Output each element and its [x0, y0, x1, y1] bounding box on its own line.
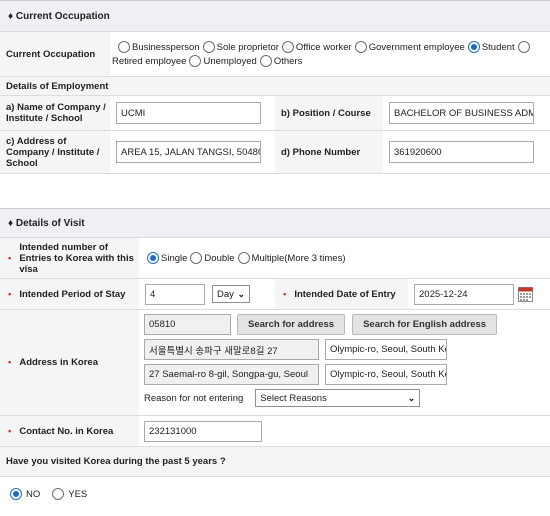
- radio-office-worker[interactable]: [281, 41, 294, 53]
- occupation-label: Current Occupation: [0, 32, 110, 76]
- radio-student[interactable]: [467, 41, 480, 53]
- entry-date-label: Intended Date of Entry: [294, 288, 396, 300]
- phone-label: d) Phone Number: [275, 131, 383, 173]
- company-name-input[interactable]: UCMI: [116, 102, 261, 124]
- occupation-section-header: ♦ Current Occupation: [0, 0, 550, 32]
- radio-sole-proprietor[interactable]: [202, 41, 215, 53]
- not-entering-select[interactable]: Select Reasons ⌄: [255, 389, 421, 407]
- not-entering-label: Reason for not entering: [144, 392, 244, 404]
- radio-double[interactable]: [190, 252, 203, 264]
- occupation-option-office-worker[interactable]: Office worker: [281, 41, 352, 53]
- occupation-options: Businessperson Sole proprietor Office wo…: [110, 32, 550, 76]
- company-address-input[interactable]: AREA 15, JALAN TANGSI, 50480: [116, 141, 261, 163]
- contact-input[interactable]: 232131000: [144, 420, 262, 442]
- chevron-down-icon: ⌄: [237, 288, 245, 299]
- visit-history-options: NO YES: [0, 477, 550, 511]
- phone-input[interactable]: 361920600: [389, 141, 534, 163]
- occupation-option-unemployed[interactable]: Unemployed: [189, 55, 257, 67]
- entries-options: Single Double Multiple(More 3 times): [139, 238, 550, 278]
- required-marker: •: [8, 252, 12, 264]
- radio-others[interactable]: [259, 55, 272, 67]
- address-english-top-input[interactable]: Olympic-ro, Seoul, South Kc: [325, 339, 447, 360]
- address-label: Address in Korea: [19, 357, 98, 368]
- contact-row: • Contact No. in Korea 232131000: [0, 416, 550, 447]
- address-english-bottom-input[interactable]: Olympic-ro, Seoul, South Kc: [325, 364, 447, 385]
- address-korean-input[interactable]: 서울특별시 송파구 새말로8길 27: [144, 339, 319, 360]
- search-english-address-button[interactable]: Search for English address: [352, 314, 498, 335]
- occupation-option-sole-proprietor[interactable]: Sole proprietor: [202, 41, 279, 53]
- employment-row-2: c) Address of Company / Institute / Scho…: [0, 131, 550, 174]
- radio-retired-employee[interactable]: [517, 41, 530, 53]
- occupation-option-government-employee[interactable]: Government employee: [354, 41, 465, 53]
- entries-option-single[interactable]: Single: [147, 252, 187, 264]
- address-road-input[interactable]: 27 Saemal-ro 8-gil, Songpa-gu, Seoul: [144, 364, 319, 385]
- employment-row-1: a) Name of Company / Institute / School …: [0, 96, 550, 131]
- search-address-button[interactable]: Search for address: [237, 314, 346, 335]
- position-input[interactable]: BACHELOR OF BUSINESS ADM: [389, 102, 534, 124]
- chevron-down-icon: ⌄: [407, 392, 416, 403]
- radio-single[interactable]: [147, 252, 159, 264]
- entries-option-multiple[interactable]: Multiple(More 3 times): [237, 252, 346, 264]
- occupation-option-businessperson[interactable]: Businessperson: [118, 41, 200, 53]
- position-label: b) Position / Course: [275, 96, 383, 130]
- radio-government-employee[interactable]: [354, 41, 367, 53]
- visit-section-title: ♦ Details of Visit: [8, 217, 85, 229]
- company-name-label: a) Name of Company / Institute / School: [0, 96, 110, 130]
- contact-label: Contact No. in Korea: [19, 425, 114, 437]
- occupation-section-title: ♦ Current Occupation: [8, 10, 110, 22]
- stay-label: Intended Period of Stay: [19, 288, 126, 300]
- visit-history-question-row: Have you visited Korea during the past 5…: [0, 447, 550, 477]
- address-row: • Address in Korea 05810 Search for addr…: [0, 310, 550, 416]
- occupation-option-others[interactable]: Others: [259, 55, 302, 67]
- entries-row: • Intended number of Entries to Korea wi…: [0, 238, 550, 279]
- stay-row: • Intended Period of Stay 4 Day ⌄ • Inte…: [0, 279, 550, 310]
- visit-history-option-no[interactable]: NO: [10, 488, 40, 500]
- visit-history-option-yes[interactable]: YES: [52, 488, 87, 500]
- stay-unit-select[interactable]: Day ⌄: [212, 285, 250, 303]
- radio-no[interactable]: [10, 488, 22, 500]
- entries-label: Intended number of Entries to Korea with…: [19, 241, 134, 275]
- company-address-label: c) Address of Company / Institute / Scho…: [0, 131, 110, 173]
- entry-date-input[interactable]: 2025-12-24: [414, 283, 514, 305]
- occupation-row: Current Occupation Businessperson Sole p…: [0, 32, 550, 77]
- visit-section-header: ♦ Details of Visit: [0, 208, 550, 238]
- radio-businessperson[interactable]: [118, 41, 130, 53]
- occupation-option-retired-employee[interactable]: Retired employee: [112, 56, 186, 67]
- employment-details-label: Details of Employment: [0, 77, 550, 95]
- employment-details-row: Details of Employment: [0, 77, 550, 96]
- radio-multiple[interactable]: [237, 252, 250, 264]
- occupation-option-student[interactable]: Student: [467, 41, 515, 53]
- radio-unemployed[interactable]: [189, 55, 202, 67]
- entries-option-double[interactable]: Double: [190, 252, 235, 264]
- postcode-input[interactable]: 05810: [144, 314, 231, 335]
- calendar-icon[interactable]: [518, 286, 533, 302]
- stay-input[interactable]: 4: [145, 283, 205, 305]
- visit-history-question: Have you visited Korea during the past 5…: [0, 447, 550, 476]
- radio-yes[interactable]: [52, 488, 65, 500]
